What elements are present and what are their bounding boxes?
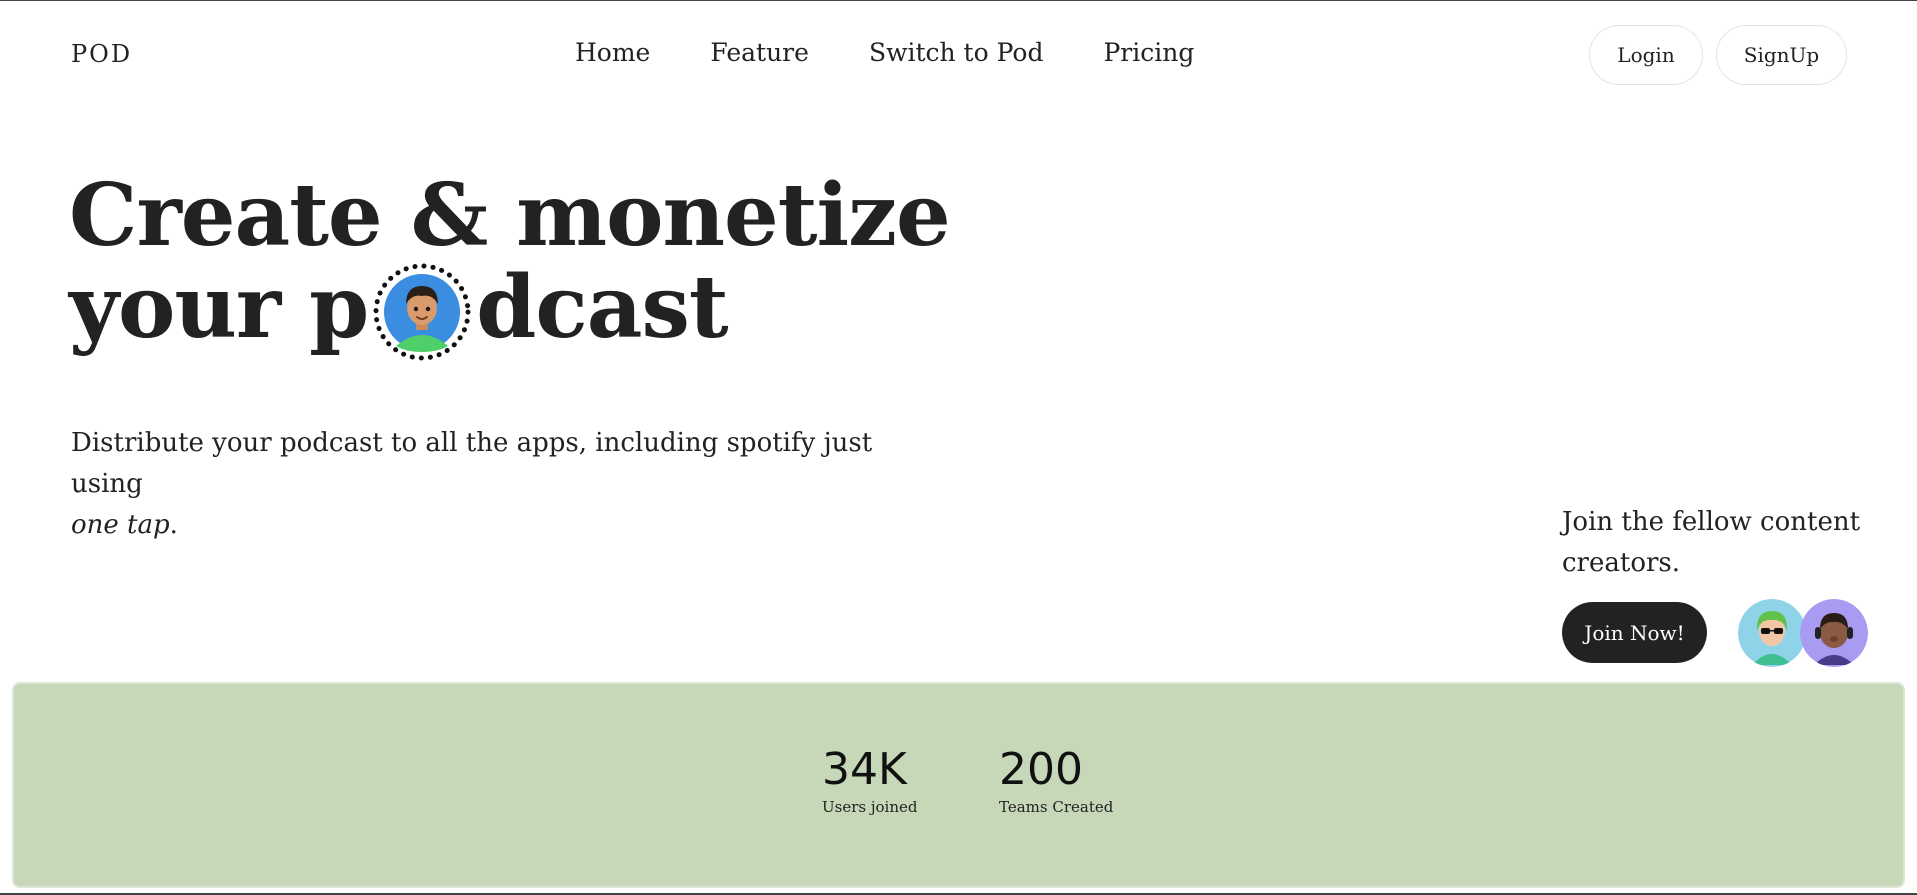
signup-button[interactable]: SignUp: [1716, 25, 1847, 85]
stats-band: 34K Users joined 200 Teams Created: [12, 682, 1905, 888]
hero-title-line-1: Create & monetize: [69, 165, 951, 266]
join-now-button[interactable]: Join Now!: [1562, 602, 1707, 663]
hero-title-line-2: your p dcast: [69, 262, 950, 362]
nav-home[interactable]: Home: [575, 38, 650, 67]
hero-title-part-before: your p: [69, 257, 369, 358]
stat-teams-created: 200 Teams Created: [999, 744, 1113, 816]
stat-value: 34K: [822, 744, 907, 795]
hero-title: Create & monetize your p dcast: [69, 165, 951, 362]
logo[interactable]: POD: [71, 40, 132, 68]
nav-pricing[interactable]: Pricing: [1103, 38, 1194, 67]
hero-subtitle-main: Distribute your podcast to all the apps,…: [71, 428, 873, 499]
hero-subtitle: Distribute your podcast to all the apps,…: [71, 423, 891, 546]
login-button[interactable]: Login: [1589, 25, 1703, 85]
main-nav: Home Feature Switch to Pod Pricing: [575, 38, 1194, 67]
podcaster-avatar-icon: [372, 262, 472, 362]
creator-avatar-sunglasses-icon: [1738, 599, 1806, 667]
nav-switch-to-pod[interactable]: Switch to Pod: [869, 38, 1044, 67]
hero-subtitle-end: .: [169, 510, 178, 540]
top-border: [0, 0, 1917, 1]
hero-subtitle-emphasis: one tap: [71, 510, 170, 540]
stat-label: Users joined: [822, 798, 918, 816]
stat-users-joined: 34K Users joined: [822, 744, 917, 816]
nav-feature[interactable]: Feature: [710, 38, 809, 67]
creator-avatar-headphones-icon: [1800, 599, 1868, 667]
stat-label: Teams Created: [999, 798, 1114, 816]
join-text: Join the fellow content creators.: [1562, 507, 1861, 578]
stat-value: 200: [999, 744, 1083, 795]
hero-title-part-after: dcast: [476, 257, 728, 358]
